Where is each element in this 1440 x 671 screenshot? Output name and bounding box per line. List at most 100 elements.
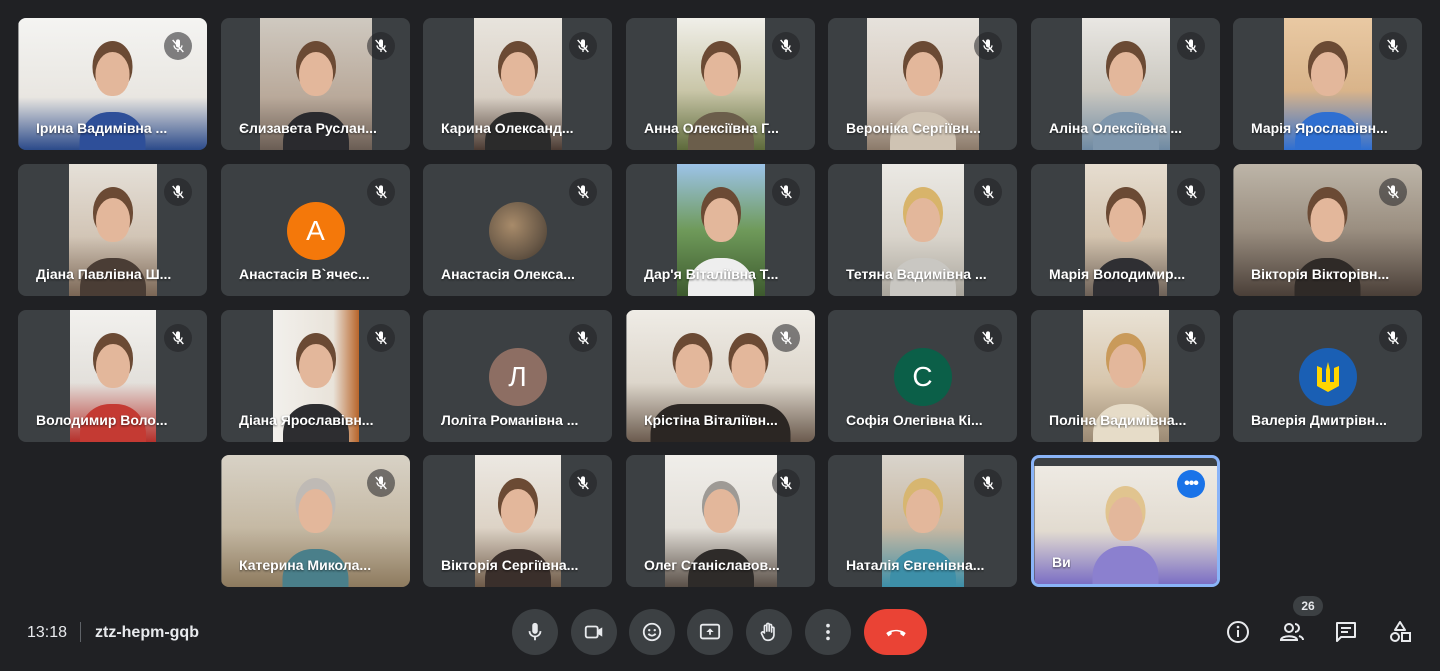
participant-name: Лоліта Романівна ... [441,412,579,428]
avatar [488,202,547,260]
mic-off-icon [974,469,1002,497]
reactions-button[interactable] [629,609,675,655]
avatar: А [286,202,345,260]
participant-name: Катерина Микола... [239,557,372,573]
participant-tile[interactable]: Володимир Воло... [18,310,207,442]
participant-tile[interactable]: Анна Олексіївна Г... [626,18,815,150]
avatar-initial: Л [508,361,527,392]
present-screen-button[interactable] [687,609,733,655]
participant-tile[interactable]: Тетяна Вадимівна ... [828,164,1017,296]
hand-icon [760,622,775,642]
mic-off-icon [164,324,192,352]
more-vert-icon [826,623,830,641]
chat-icon [1336,622,1356,642]
mic-off-icon [569,32,597,60]
participant-name: Вероніка Сергіївн... [846,120,981,136]
participant-name: Діана Павлівна Ш... [36,266,172,282]
mic-off-icon [1379,178,1407,206]
mic-off-icon [1379,324,1407,352]
participant-name: Марія Володимир... [1049,266,1186,282]
leave-call-button[interactable] [864,609,927,655]
participant-tile[interactable]: Крістіна Віталіївн... [626,310,815,442]
mic-off-icon [974,178,1002,206]
mic-off-icon [772,324,800,352]
participant-name: Олег Станіславов... [644,557,780,573]
videocam-icon [584,625,603,639]
participant-tile[interactable]: Катерина Микола... [221,455,410,587]
mic-off-icon [569,178,597,206]
participant-name: Володимир Воло... [36,412,168,428]
raise-hand-button[interactable] [746,609,792,655]
mic-off-icon [772,469,800,497]
microphone-button[interactable] [512,609,558,655]
participant-tile[interactable]: Вікторія Сергіївна... [423,455,612,587]
more-options-button[interactable] [805,609,851,655]
self-tile[interactable]: ••• Ви [1031,455,1220,587]
mic-off-icon [974,324,1002,352]
participant-tile[interactable]: Діана Ярославівн... [221,310,410,442]
participant-name: Єлизавета Руслан... [239,120,377,136]
participant-tile[interactable]: Анастасія Олекса... [423,164,612,296]
meeting-time: 13:18 [27,624,68,641]
participant-tile[interactable]: Л Лоліта Романівна ... [423,310,612,442]
mic-off-icon [1177,32,1205,60]
participant-tile[interactable]: Карина Олександ... [423,18,612,150]
participant-tile[interactable]: Вероніка Сергіївн... [828,18,1017,150]
participant-tile[interactable]: С Софія Олегівна Кі... [828,310,1017,442]
camera-button[interactable] [571,609,617,655]
people-count-badge: 26 [1293,596,1323,616]
mic-off-icon [367,32,395,60]
shapes-icon [1390,621,1411,642]
participant-tile[interactable]: Марія Володимир... [1031,164,1220,296]
participant-name: Анна Олексіївна Г... [644,120,779,136]
chat-button[interactable] [1331,617,1361,647]
people-button[interactable] [1277,617,1307,647]
participant-tile[interactable]: Діана Павлівна Ш... [18,164,207,296]
mic-off-icon [367,469,395,497]
participant-name: Вікторія Вікторівн... [1251,266,1390,282]
mic-off-icon [569,324,597,352]
more-horiz-icon[interactable]: ••• [1177,470,1205,498]
mic-off-icon [1177,324,1205,352]
bottom-bar: 13:18 ztz-hepm-gqb 26 [0,596,1440,671]
participant-name: Валерія Дмитрівн... [1251,412,1387,428]
participant-name: Вікторія Сергіївна... [441,557,579,573]
mic-off-icon [569,469,597,497]
participant-tile[interactable]: Дар'я Віталіївна Т... [626,164,815,296]
participant-tile[interactable]: Єлизавета Руслан... [221,18,410,150]
participant-name: Аліна Олексіївна ... [1049,120,1183,136]
mic-off-icon [1379,32,1407,60]
mic-off-icon [772,32,800,60]
participant-tile[interactable]: Поліна Вадимівна... [1031,310,1220,442]
participant-tile[interactable]: Олег Станіславов... [626,455,815,587]
avatar-initial: А [306,215,325,246]
mic-off-icon [164,32,192,60]
info-icon [1227,621,1249,643]
participant-tile[interactable]: А Анастасія В`ячес... [221,164,410,296]
participant-tile[interactable]: Вікторія Вікторівн... [1233,164,1422,296]
mic-off-icon [1177,178,1205,206]
self-name: Ви [1052,554,1071,570]
avatar: Л [488,348,547,406]
mic-off-icon [772,178,800,206]
participant-name: Дар'я Віталіївна Т... [644,266,779,282]
activities-button[interactable] [1385,617,1415,647]
participant-tile[interactable]: Наталія Євгенівна... [828,455,1017,587]
participant-name: Карина Олександ... [441,120,574,136]
participant-tile[interactable]: Ірина Вадимівна ... [18,18,207,150]
participant-name: Наталія Євгенівна... [846,557,985,573]
avatar-initial: С [912,361,933,392]
participant-name: Діана Ярославівн... [239,412,374,428]
participant-name: Анастасія В`ячес... [239,266,370,282]
participant-name: Ірина Вадимівна ... [36,120,168,136]
participant-tile[interactable]: Аліна Олексіївна ... [1031,18,1220,150]
participant-name: Софія Олегівна Кі... [846,412,983,428]
participant-name: Марія Ярославівн... [1251,120,1388,136]
participant-tile[interactable]: Марія Ярославівн... [1233,18,1422,150]
participant-tile[interactable]: Валерія Дмитрівн... [1233,310,1422,442]
mic-off-icon [164,178,192,206]
mic-off-icon [367,178,395,206]
meeting-details-button[interactable] [1223,617,1253,647]
present-icon [699,623,721,640]
participant-name: Крістіна Віталіївн... [644,412,778,428]
